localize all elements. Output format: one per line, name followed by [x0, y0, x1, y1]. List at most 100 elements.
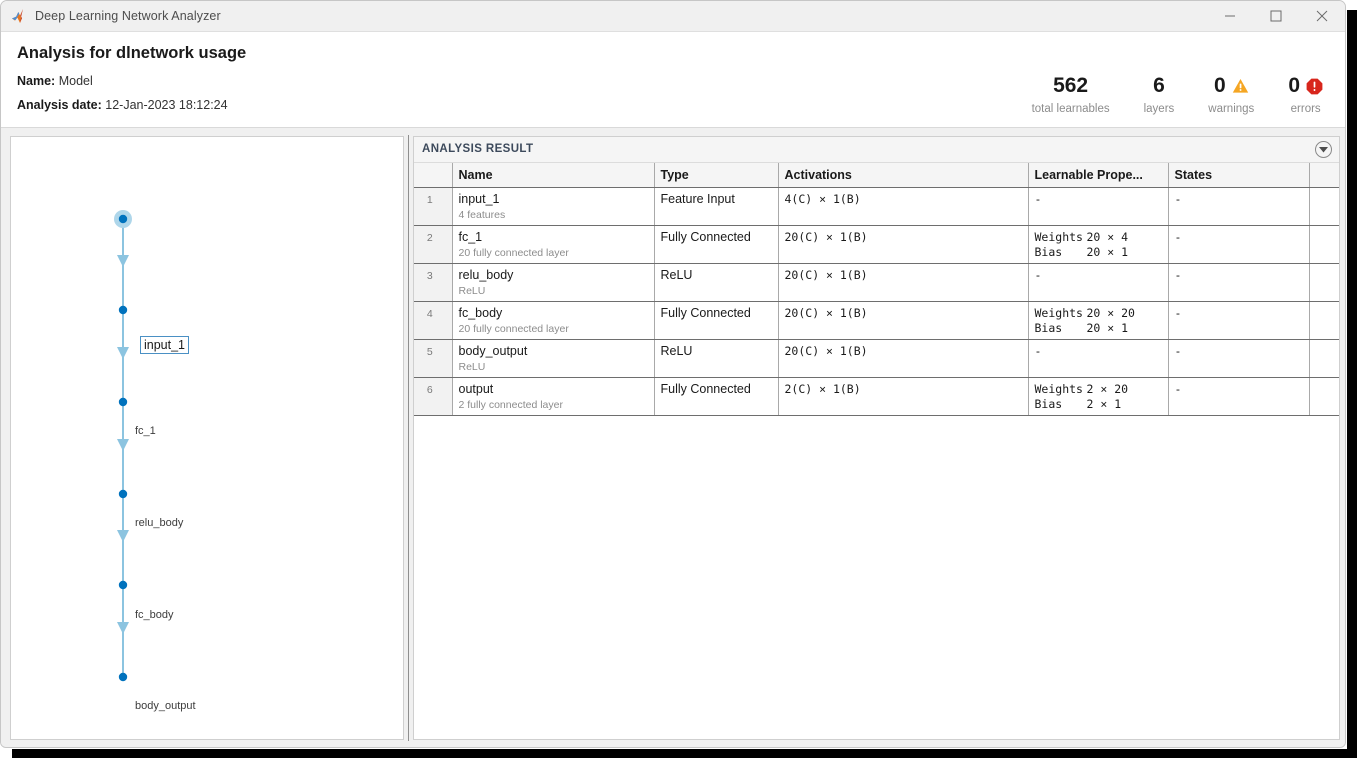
cell-activations: 20(C) × 1(B) [778, 225, 1029, 264]
column-header-activations[interactable]: Activations [778, 163, 1029, 188]
cell-states: - [1168, 187, 1310, 226]
layer-type: Feature Input [660, 191, 735, 206]
cell-pad [1309, 339, 1339, 378]
app-window: Deep Learning Network Analyzer Analysis … [0, 0, 1346, 748]
stat-total-learnables-label: total learnables [1031, 103, 1110, 115]
cell-learnables: Weights 20 × 20 Bias 20 × 1 [1028, 301, 1169, 340]
minimize-button[interactable] [1207, 1, 1253, 31]
column-header-learnable-properties[interactable]: Learnable Prope... [1028, 163, 1169, 188]
layer-type: Fully Connected [660, 381, 751, 396]
learnable-bias-key: Bias [1034, 244, 1063, 259]
cell-type: ReLU [654, 263, 779, 302]
column-header-index[interactable] [414, 163, 453, 188]
analysis-date-label: Analysis date: [17, 98, 102, 112]
cell-states: - [1168, 263, 1310, 302]
cell-pad [1309, 301, 1339, 340]
analysis-header: Analysis for dlnetwork usage Name: Model… [1, 32, 1345, 128]
column-header-states[interactable]: States [1168, 163, 1310, 188]
cell-name: input_1 4 features [452, 187, 655, 226]
panel-splitter[interactable] [405, 135, 412, 741]
cell-activations: 20(C) × 1(B) [778, 339, 1029, 378]
learnable-weights-key: Weights [1034, 229, 1083, 244]
chevron-down-icon[interactable] [1315, 141, 1332, 158]
layer-type: ReLU [660, 343, 693, 358]
learnable-weights-key: Weights [1034, 381, 1083, 396]
stat-layers: 6 layers [1144, 72, 1175, 115]
row-index: 4 [414, 301, 453, 340]
layers-table-head: Name Type Activations Learnable Prope...… [414, 163, 1339, 188]
stat-warnings-label: warnings [1208, 103, 1255, 115]
graph-node-label-fc_1[interactable]: fc_1 [135, 425, 156, 437]
error-octagon-icon [1306, 78, 1323, 95]
column-header-name[interactable]: Name [452, 163, 655, 188]
column-header-type[interactable]: Type [654, 163, 779, 188]
learnable-bias-value: 20 × 1 [1086, 320, 1129, 335]
learnable-weights-value: 2 × 20 [1086, 381, 1129, 396]
layers-table[interactable]: Name Type Activations Learnable Prope...… [414, 163, 1339, 416]
cell-learnables: - [1028, 187, 1169, 226]
layer-states: - [1174, 191, 1182, 206]
layer-description: 20 fully connected layer [458, 322, 569, 335]
graph-node-label-fc_body[interactable]: fc_body [135, 609, 174, 621]
layer-activations: 4(C) × 1(B) [784, 191, 861, 206]
title-bar: Deep Learning Network Analyzer [1, 1, 1345, 32]
learnable-bias: Bias 20 × 1 [1035, 245, 1168, 260]
screen-root: Deep Learning Network Analyzer Analysis … [0, 0, 1365, 765]
layer-name: input_1 [458, 191, 500, 206]
stat-errors: 0 errors [1288, 72, 1323, 115]
analysis-date-line: Analysis date: 12-Jan-2023 18:12:24 [17, 98, 228, 112]
network-graph[interactable] [11, 137, 403, 739]
cell-pad [1309, 263, 1339, 302]
cell-states: - [1168, 377, 1310, 416]
layer-activations: 2(C) × 1(B) [784, 381, 861, 396]
matlab-logo-icon [11, 8, 29, 24]
window-title: Deep Learning Network Analyzer [35, 9, 221, 23]
graph-node-label-body_output[interactable]: body_output [135, 700, 196, 712]
table-row[interactable]: 2 fc_1 20 fully connected layer Fully Co… [414, 225, 1339, 264]
learnable-bias-key: Bias [1034, 320, 1063, 335]
table-row[interactable]: 1 input_1 4 features Feature Input 4(C) … [414, 187, 1339, 226]
row-index: 1 [414, 187, 453, 226]
page-title: Analysis for dlnetwork usage [17, 44, 247, 62]
cell-states: - [1168, 301, 1310, 340]
close-button[interactable] [1299, 1, 1345, 31]
stat-layers-label: layers [1143, 103, 1175, 115]
cell-name: fc_1 20 fully connected layer [452, 225, 655, 264]
layer-description: ReLU [458, 284, 486, 297]
stat-warnings: 0 warnings [1208, 72, 1254, 115]
cell-learnables: Weights 2 × 20 Bias 2 × 1 [1028, 377, 1169, 416]
layer-activations: 20(C) × 1(B) [784, 343, 868, 358]
cell-states: - [1168, 225, 1310, 264]
analysis-result-title: ANALYSIS RESULT [422, 143, 534, 155]
layer-name: body_output [458, 343, 528, 358]
cell-pad [1309, 225, 1339, 264]
table-row[interactable]: 6 output 2 fully connected layer Fully C… [414, 377, 1339, 416]
row-index: 2 [414, 225, 453, 264]
table-row[interactable]: 5 body_output ReLU ReLU 20(C) × 1(B) - - [414, 339, 1339, 378]
layer-type: Fully Connected [660, 305, 751, 320]
cell-name: output 2 fully connected layer [452, 377, 655, 416]
cell-learnables: - [1028, 263, 1169, 302]
analysis-result-header: ANALYSIS RESULT [414, 137, 1339, 163]
learnable-bias-value: 2 × 1 [1086, 396, 1122, 411]
window-shadow-bottom [12, 749, 1357, 758]
graph-node-label-relu_body[interactable]: relu_body [135, 517, 183, 529]
warning-triangle-icon [1232, 78, 1249, 94]
cell-type: Fully Connected [654, 225, 779, 264]
table-row[interactable]: 3 relu_body ReLU ReLU 20(C) × 1(B) - - [414, 263, 1339, 302]
learnable-bias: Bias 20 × 1 [1035, 321, 1168, 336]
stat-errors-value: 0 [1288, 74, 1300, 97]
table-row[interactable]: 4 fc_body 20 fully connected layer Fully… [414, 301, 1339, 340]
cell-name: body_output ReLU [452, 339, 655, 378]
layer-description: 20 fully connected layer [458, 246, 569, 259]
stat-total-learnables: 562 total learnables [1032, 72, 1110, 115]
graph-node-label-input_1[interactable]: input_1 [140, 336, 190, 354]
network-graph-panel[interactable]: input_1 fc_1 relu_body fc_body body_outp… [10, 136, 404, 740]
layer-learnables-dash: - [1034, 343, 1042, 358]
network-name-label: Name: [17, 74, 56, 88]
maximize-button[interactable] [1253, 1, 1299, 31]
layer-name: output [458, 381, 494, 396]
stat-total-learnables-value: 562 [1053, 74, 1089, 97]
row-index: 6 [414, 377, 453, 416]
layer-description: 4 features [458, 208, 506, 221]
